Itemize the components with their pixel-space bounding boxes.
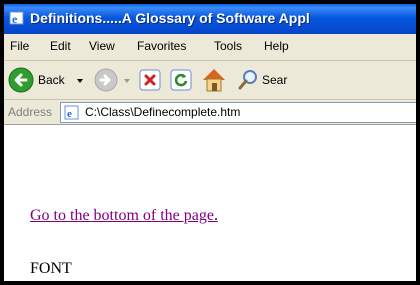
menu-edit[interactable]: Edit — [50, 39, 71, 53]
forward-arrow-icon[interactable] — [94, 68, 118, 92]
search-icon[interactable] — [236, 68, 260, 92]
home-icon[interactable] — [200, 66, 228, 94]
bottom-of-page-link[interactable]: Go to the bottom of the page. — [30, 207, 218, 225]
menu-file[interactable]: File — [10, 39, 29, 53]
address-input[interactable]: e C:\Class\Definecomplete.htm — [60, 102, 416, 123]
menu-tools[interactable]: Tools — [214, 39, 242, 53]
font-heading: FONT — [30, 260, 72, 277]
svg-text:e: e — [12, 12, 18, 26]
link-period: . — [213, 207, 218, 224]
page-content: Go to the bottom of the page. FONT — [4, 125, 416, 281]
back-arrow-icon[interactable] — [8, 67, 34, 93]
menu-bar: File Edit View Favorites Tools Help — [4, 34, 416, 61]
address-bar: Address e C:\Class\Definecomplete.htm — [4, 100, 416, 125]
browser-window: e Definitions.....A Glossary of Software… — [4, 4, 416, 281]
back-dropdown-icon[interactable] — [77, 79, 83, 83]
menu-help[interactable]: Help — [264, 39, 289, 53]
ie-logo-icon: e — [9, 11, 24, 26]
address-url[interactable]: C:\Class\Definecomplete.htm — [85, 105, 240, 119]
link-text[interactable]: Go to the bottom of the page — [30, 207, 214, 224]
refresh-icon[interactable] — [169, 68, 193, 92]
address-label: Address — [8, 105, 53, 119]
page-icon: e — [64, 105, 79, 120]
search-button-label[interactable]: Sear — [262, 73, 287, 87]
window-title: Definitions.....A Glossary of Software A… — [30, 10, 310, 26]
menu-view[interactable]: View — [89, 39, 115, 53]
forward-dropdown-icon[interactable] — [124, 79, 130, 83]
title-bar[interactable]: e Definitions.....A Glossary of Software… — [4, 4, 416, 34]
menu-favorites[interactable]: Favorites — [137, 39, 186, 53]
stop-icon[interactable] — [138, 68, 162, 92]
svg-text:e: e — [67, 108, 72, 120]
back-button-label[interactable]: Back — [38, 73, 65, 87]
toolbar: Back Sear — [4, 61, 416, 100]
